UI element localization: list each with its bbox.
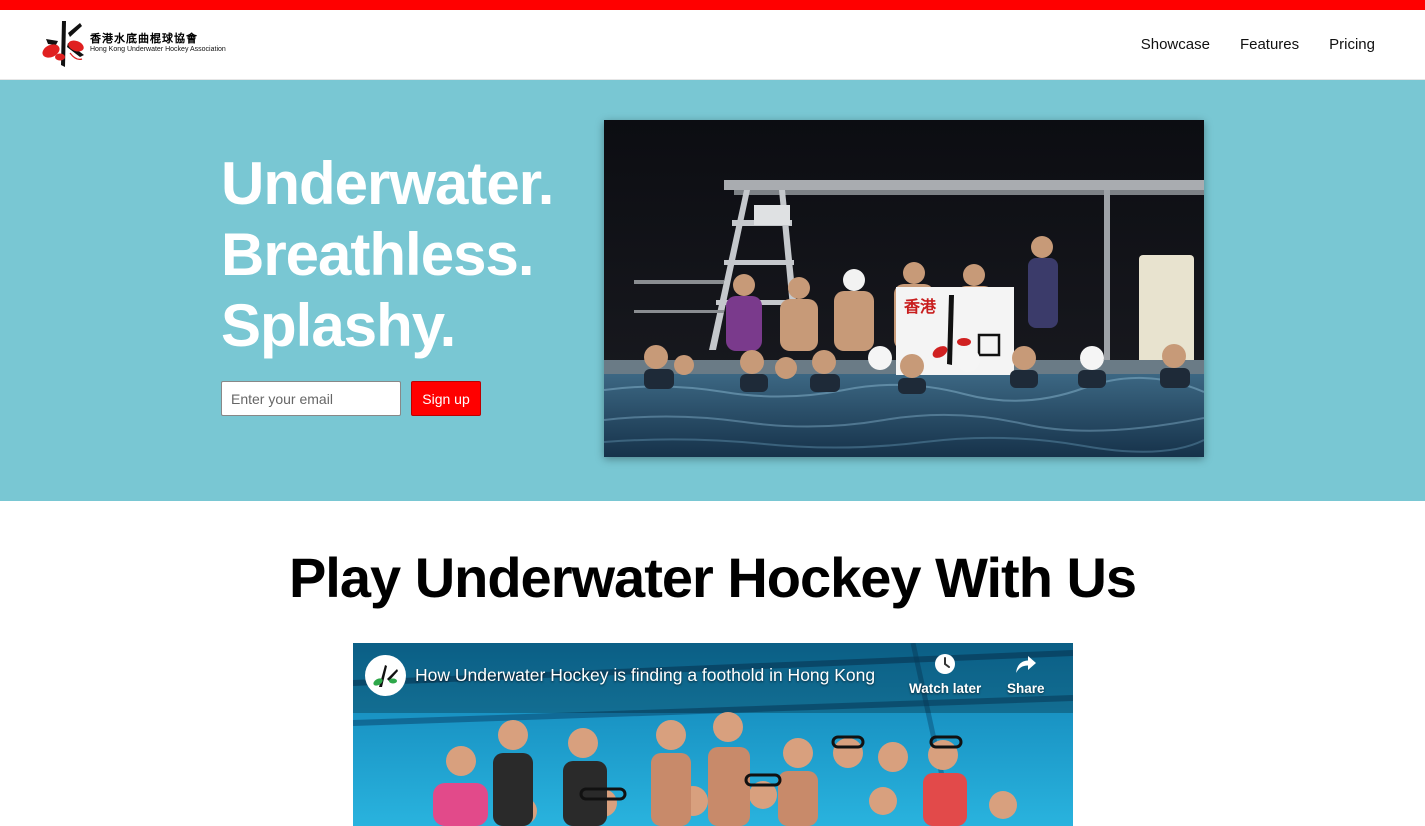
pool-team-photo-image: 香港 [604,120,1204,457]
hero-headline: Underwater. Breathless. Splashy. [221,148,554,361]
share-button[interactable]: Share [1007,653,1045,696]
email-input[interactable] [221,381,401,416]
signup-button[interactable]: Sign up [411,381,481,416]
section-title: Play Underwater Hockey With Us [288,546,1137,609]
headline-line-1: Underwater. [221,150,554,217]
clock-icon [935,654,956,674]
share-label: Share [1007,681,1045,696]
watch-later-label: Watch later [909,681,982,696]
nav-link-features[interactable]: Features [1240,36,1299,53]
share-icon [1015,656,1036,673]
nav-links: Showcase Features Pricing [1141,36,1375,53]
logo-chinese-name: 香港水底曲棍球協會 [90,32,198,45]
video-embed[interactable]: How Underwater Hockey is finding a footh… [353,643,1073,826]
headline-line-2: Breathless. [221,221,535,288]
logo-english-name: Hong Kong Underwater Hockey Association [90,46,226,53]
channel-avatar[interactable] [365,655,406,696]
headline-line-3: Splashy. [221,292,456,359]
team-photo: 香港 [604,120,1204,457]
top-accent-bar [0,0,1425,10]
watch-later-button[interactable]: Watch later [909,653,981,696]
logo-mark-icon [42,21,84,67]
nav-link-pricing[interactable]: Pricing [1329,36,1375,53]
channel-logo-icon [365,655,406,696]
nav-link-showcase[interactable]: Showcase [1141,36,1210,53]
video-title[interactable]: How Underwater Hockey is finding a footh… [415,665,875,686]
banner-text: 香港 [903,297,937,316]
hero-section: Underwater. Breathless. Splashy. Sign up [0,80,1425,501]
navbar: 香港水底曲棍球協會 Hong Kong Underwater Hockey As… [0,10,1425,80]
logo[interactable]: 香港水底曲棍球協會 Hong Kong Underwater Hockey As… [40,19,226,69]
